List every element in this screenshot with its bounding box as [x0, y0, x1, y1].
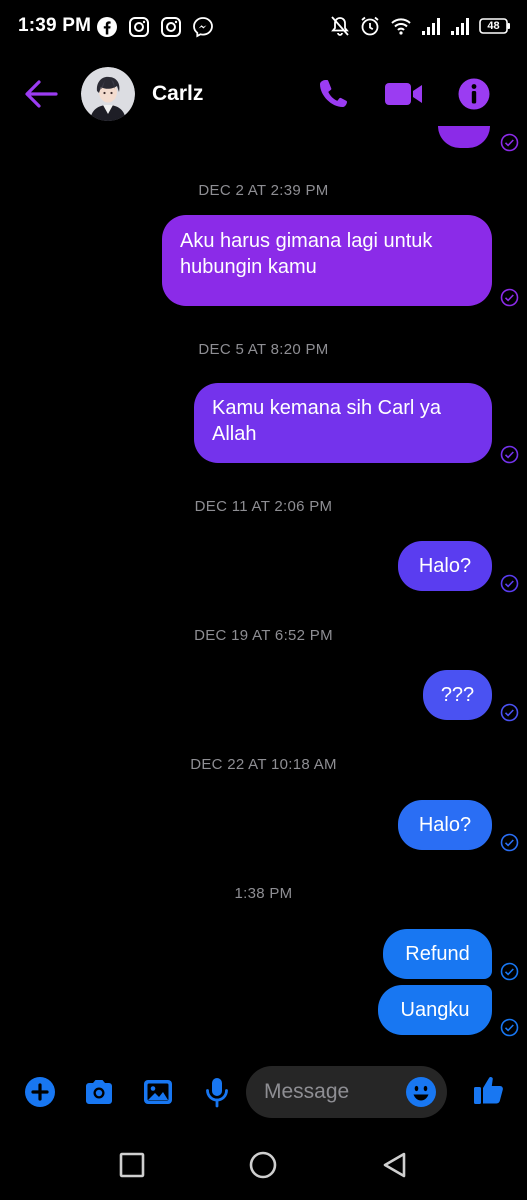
- more-actions-button[interactable]: [24, 1076, 56, 1108]
- read-receipt-icon: [500, 962, 519, 981]
- signal-icon: [421, 15, 441, 37]
- back-triangle-icon: [383, 1152, 406, 1178]
- signal-icon: [450, 15, 470, 37]
- gallery-button[interactable]: [142, 1076, 174, 1108]
- camera-button[interactable]: [83, 1076, 115, 1108]
- chat-header: Carlz: [0, 62, 527, 126]
- timestamp-divider: DEC 19 AT 6:52 PM: [194, 627, 333, 644]
- video-camera-icon: [385, 83, 422, 105]
- notification-icons: [96, 16, 214, 38]
- read-receipt-icon: [500, 133, 519, 152]
- phone-icon: [320, 80, 347, 107]
- contact-name[interactable]: Carlz: [152, 82, 203, 106]
- voice-button[interactable]: [201, 1076, 233, 1108]
- message-bubble[interactable]: Aku harus gimana lagi untuk hubungin kam…: [162, 215, 492, 306]
- message-bubble[interactable]: Uangku: [378, 985, 492, 1035]
- contact-avatar[interactable]: [81, 67, 135, 121]
- read-receipt-icon: [500, 445, 519, 464]
- plus-icon: [25, 1077, 55, 1107]
- read-receipt-icon: [500, 833, 519, 852]
- arrow-left-icon: [25, 80, 58, 108]
- like-button[interactable]: [472, 1073, 506, 1107]
- battery-icon: 48: [479, 15, 511, 37]
- timestamp-divider: DEC 5 AT 8:20 PM: [198, 341, 329, 358]
- microphone-icon: [206, 1078, 228, 1108]
- battery-level: 48: [487, 20, 500, 32]
- message-input[interactable]: [264, 1066, 404, 1118]
- messenger-icon: [192, 16, 214, 38]
- system-navigation-bar: [0, 1130, 527, 1200]
- message-input-container: [246, 1066, 447, 1118]
- notifications-off-icon: [330, 15, 350, 37]
- status-time: 1:39 PM: [18, 15, 92, 36]
- read-receipt-icon: [500, 703, 519, 722]
- back-nav-button[interactable]: [380, 1150, 410, 1180]
- instagram-icon: [128, 16, 150, 38]
- timestamp-divider: DEC 11 AT 2:06 PM: [194, 498, 333, 515]
- timestamp-divider: DEC 2 AT 2:39 PM: [198, 182, 329, 199]
- home-circle-icon: [249, 1151, 277, 1179]
- emoji-icon: [406, 1077, 436, 1107]
- emoji-button[interactable]: [405, 1076, 437, 1108]
- message-bubble[interactable]: Kamu kemana sih Carl ya Allah: [194, 383, 492, 463]
- read-receipt-icon: [500, 288, 519, 307]
- read-receipt-icon: [500, 574, 519, 593]
- home-button[interactable]: [248, 1150, 278, 1180]
- timestamp-divider: DEC 22 AT 10:18 AM: [190, 756, 337, 773]
- timestamp-divider: 1:38 PM: [234, 885, 293, 902]
- wifi-icon: [390, 15, 412, 37]
- message-bubble[interactable]: ???: [423, 670, 492, 720]
- camera-icon: [86, 1080, 112, 1104]
- message-bubble[interactable]: Halo?: [398, 800, 492, 850]
- facebook-icon: [96, 16, 118, 38]
- recents-square-icon: [119, 1152, 145, 1178]
- back-button[interactable]: [22, 76, 60, 112]
- status-bar: 1:39 PM 48: [0, 0, 527, 56]
- call-button[interactable]: [316, 77, 350, 111]
- instagram-icon: [160, 16, 182, 38]
- message-bubble[interactable]: Halo?: [398, 541, 492, 591]
- info-button[interactable]: [457, 77, 491, 111]
- read-receipt-icon: [500, 1018, 519, 1037]
- system-icons: 48: [330, 15, 511, 37]
- message-bubble[interactable]: Refund: [383, 929, 492, 979]
- recents-button[interactable]: [117, 1150, 147, 1180]
- previous-message-bubble[interactable]: [438, 126, 490, 148]
- video-call-button[interactable]: [384, 80, 424, 108]
- image-icon: [144, 1080, 172, 1104]
- thumbs-up-icon: [474, 1077, 503, 1104]
- alarm-icon: [359, 15, 381, 37]
- info-icon: [458, 78, 490, 110]
- message-composer: [0, 1062, 527, 1122]
- messenger-chat-screen: 1:39 PM 48 Carlz DEC 2 AT 2:39 PM Aku ha…: [0, 0, 527, 1200]
